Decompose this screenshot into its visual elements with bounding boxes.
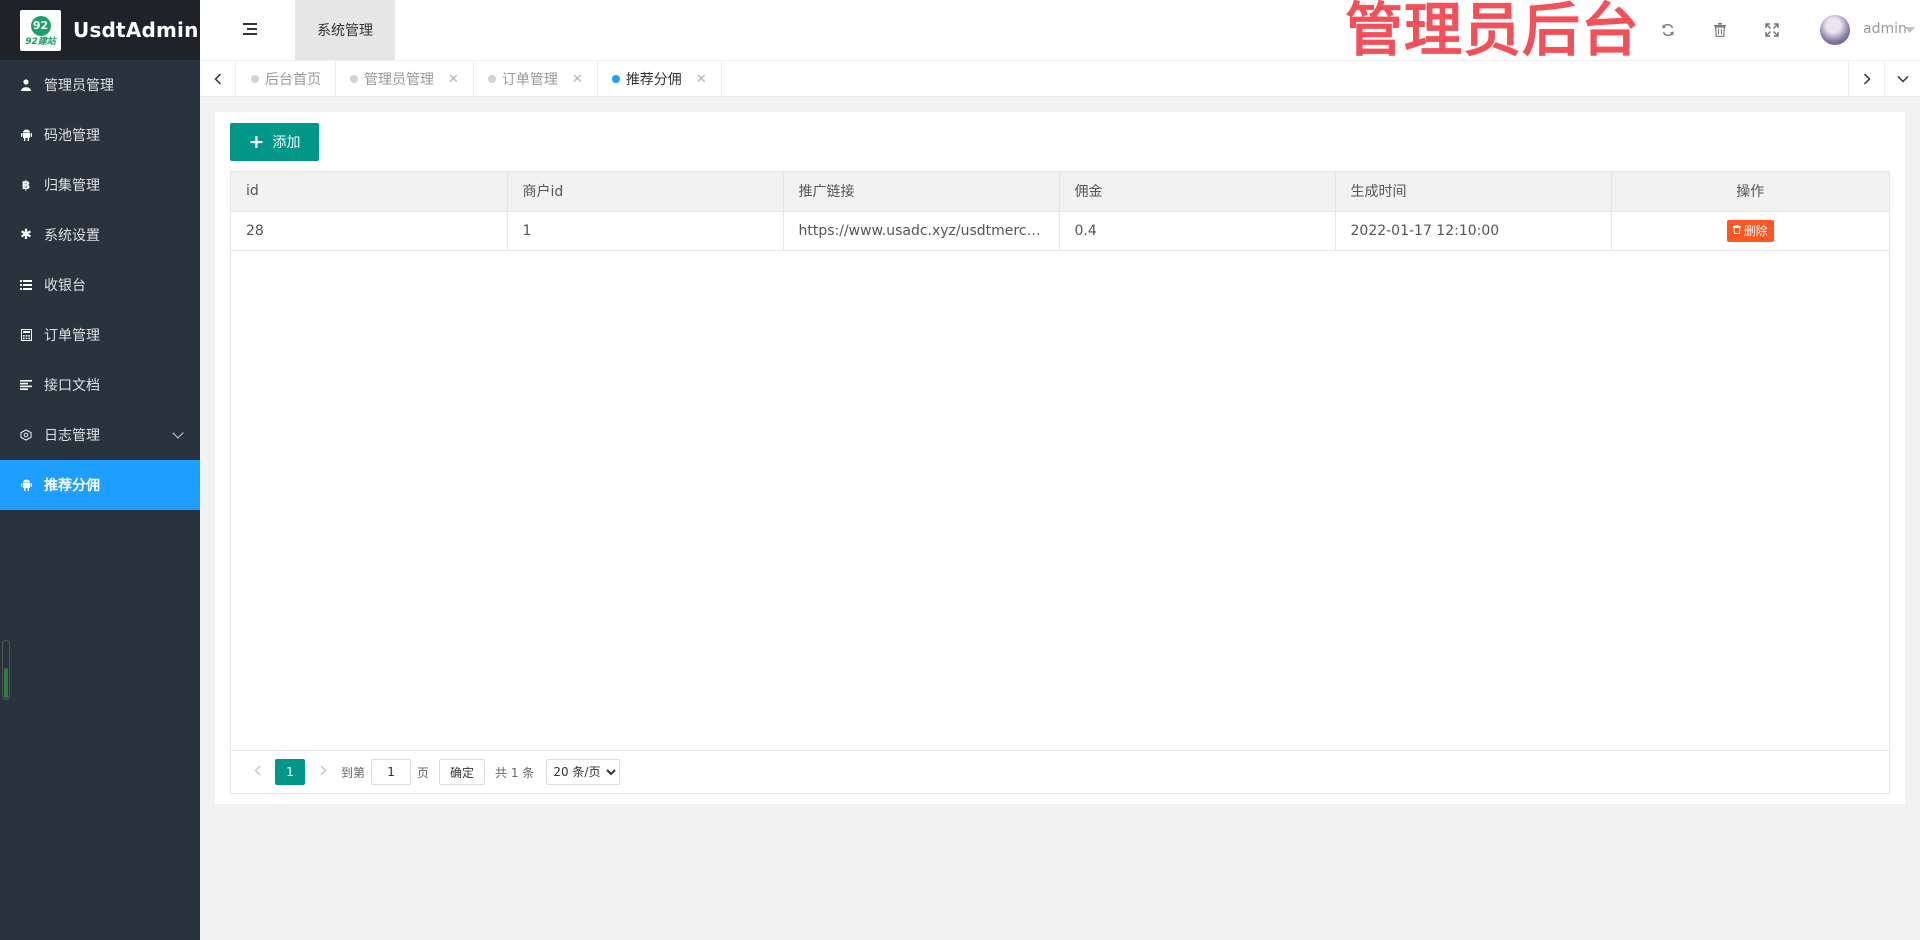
chevron-down-icon[interactable]: [1884, 61, 1920, 97]
tab-label: 推荐分佣: [625, 72, 682, 88]
plus-icon: +: [248, 131, 265, 153]
android-icon: [20, 478, 32, 492]
sidebar-item-label: 日志管理: [44, 428, 100, 444]
top-header: 系统管理 管理员后台 admin: [200, 0, 1920, 64]
sidebar-item-label: 收银台: [44, 278, 86, 294]
bitcoin-icon: ฿: [21, 178, 31, 192]
pagination: 1 到第 页 确定 共 1 条 20 条/页: [231, 750, 1889, 793]
sidebar-item-label: 推荐分佣: [44, 478, 100, 494]
tab-admin-management[interactable]: 管理员管理 ✕: [336, 61, 474, 97]
sidebar-item-collection[interactable]: ฿ 归集管理: [0, 160, 200, 210]
sidebar-item-label: 订单管理: [44, 328, 100, 344]
delete-button-label: 删除: [1743, 224, 1768, 238]
add-button-label: 添加: [272, 135, 301, 151]
fullscreen-icon[interactable]: [1762, 20, 1782, 40]
tab-status-dot: [251, 75, 259, 83]
close-icon[interactable]: ✕: [448, 72, 459, 87]
next-page-icon[interactable]: [311, 764, 335, 780]
avatar[interactable]: [1820, 15, 1850, 45]
sidebar-scrollbar[interactable]: [2, 640, 10, 700]
close-icon[interactable]: ✕: [572, 72, 583, 87]
tab-label: 后台首页: [265, 72, 321, 88]
asterisk-icon: ✱: [20, 227, 32, 243]
sidebar-item-cashier[interactable]: 收银台: [0, 260, 200, 310]
logo-area[interactable]: 92 92建站 UsdtAdmin: [0, 0, 200, 60]
tab-status-dot: [611, 75, 620, 83]
page-tabs: 后台首页 管理员管理 ✕ 订单管理 ✕ 推荐分佣 ✕: [237, 61, 722, 97]
table-header-row: id 商户id 推广链接 佣金 生成时间 操作: [231, 172, 1889, 212]
tab-home[interactable]: 后台首页: [237, 61, 336, 97]
caret-down-icon[interactable]: [1905, 27, 1915, 33]
tab-label: 订单管理: [501, 72, 558, 88]
menu-toggle-icon[interactable]: [243, 23, 257, 35]
sidebar-item-referral[interactable]: 推荐分佣: [0, 460, 200, 510]
page-number-current[interactable]: 1: [275, 759, 305, 785]
cell-merchant-id: 1: [507, 211, 784, 251]
goto-page-input[interactable]: [371, 759, 412, 785]
sidebar-menu: 管理员管理 码池管理 ฿ 归集管理 ✱ 系统设置 收银台 订单管理 接口文档 日…: [0, 60, 200, 510]
cell-id: 28: [231, 211, 508, 251]
admin-banner-title: 管理员后台: [1345, 0, 1641, 64]
tab-bar: 后台首页 管理员管理 ✕ 订单管理 ✕ 推荐分佣 ✕: [200, 60, 1920, 97]
main-card: + 添加 id 商户id 推广链接 佣金 生成时间 操作 28 1 https:…: [215, 112, 1905, 804]
logo-image: 92 92建站: [20, 9, 61, 51]
sidebar-item-label: 码池管理: [44, 128, 100, 144]
sidebar-item-logs[interactable]: 日志管理: [0, 410, 200, 460]
prev-page-icon[interactable]: [245, 764, 269, 780]
refresh-icon[interactable]: [1658, 20, 1678, 40]
cell-commission: 0.4: [1059, 211, 1336, 251]
tab-status-dot: [487, 75, 496, 83]
close-icon[interactable]: ✕: [696, 72, 707, 87]
goto-prefix: 到第: [341, 765, 366, 780]
calculator-icon: [20, 328, 32, 342]
delete-button[interactable]: 删除: [1726, 219, 1774, 242]
cell-link: https://www.usadc.xyz/usdtmerchant/...: [783, 211, 1060, 251]
trash-icon[interactable]: [1710, 20, 1730, 40]
sidebar-item-code-pool[interactable]: 码池管理: [0, 110, 200, 160]
goto-suffix: 页: [417, 765, 430, 780]
header-nav-system[interactable]: 系统管理: [295, 0, 395, 60]
sidebar-item-label: 接口文档: [44, 378, 100, 394]
data-table: id 商户id 推广链接 佣金 生成时间 操作 28 1 https://www…: [230, 171, 1890, 794]
user-icon: [20, 78, 32, 92]
app-title: UsdtAdmin: [73, 18, 199, 42]
tab-order-management[interactable]: 订单管理 ✕: [474, 61, 598, 97]
sidebar-item-label: 归集管理: [44, 178, 100, 194]
chevron-right-icon[interactable]: [1848, 61, 1884, 97]
page-size-select[interactable]: 20 条/页: [546, 759, 621, 785]
android-icon: [20, 128, 32, 142]
total-count: 共 1 条: [495, 765, 535, 780]
sidebar-item-settings[interactable]: ✱ 系统设置: [0, 210, 200, 260]
sidebar-item-admin[interactable]: 管理员管理: [0, 60, 200, 110]
column-header-merchant-id[interactable]: 商户id: [507, 172, 784, 212]
sidebar-item-api-docs[interactable]: 接口文档: [0, 360, 200, 410]
logo-text: 92建站: [25, 36, 56, 47]
sidebar-item-orders[interactable]: 订单管理: [0, 310, 200, 360]
table-row[interactable]: 28 1 https://www.usadc.xyz/usdtmerchant/…: [231, 211, 1889, 251]
sidebar-item-label: 系统设置: [44, 228, 100, 244]
tab-label: 管理员管理: [364, 72, 434, 88]
sidebar-item-label: 管理员管理: [44, 78, 114, 94]
tab-status-dot: [350, 75, 358, 83]
logo-mark: 92: [30, 15, 51, 36]
chevron-left-icon[interactable]: [200, 61, 236, 97]
scrollbar-thumb[interactable]: [4, 668, 8, 698]
chevron-down-icon: [172, 427, 184, 439]
cell-actions: 删除: [1611, 211, 1889, 251]
tab-referral-commission[interactable]: 推荐分佣 ✕: [598, 61, 722, 97]
username[interactable]: admin: [1863, 21, 1907, 37]
add-button[interactable]: + 添加: [230, 123, 319, 161]
column-header-id[interactable]: id: [231, 172, 508, 212]
cell-created: 2022-01-17 12:10:00: [1335, 211, 1612, 251]
trash-icon: [1732, 224, 1741, 237]
goto-confirm-button[interactable]: 确定: [439, 759, 486, 785]
column-header-actions: 操作: [1611, 172, 1889, 212]
sidebar: 92 92建站 UsdtAdmin 管理员管理 码池管理 ฿ 归集管理 ✱ 系统…: [0, 0, 200, 940]
column-header-created[interactable]: 生成时间: [1335, 172, 1612, 212]
column-header-link[interactable]: 推广链接: [783, 172, 1060, 212]
list-icon: [20, 278, 32, 292]
align-left-icon: [20, 378, 32, 392]
cogs-icon: [20, 428, 32, 442]
column-header-commission[interactable]: 佣金: [1059, 172, 1336, 212]
